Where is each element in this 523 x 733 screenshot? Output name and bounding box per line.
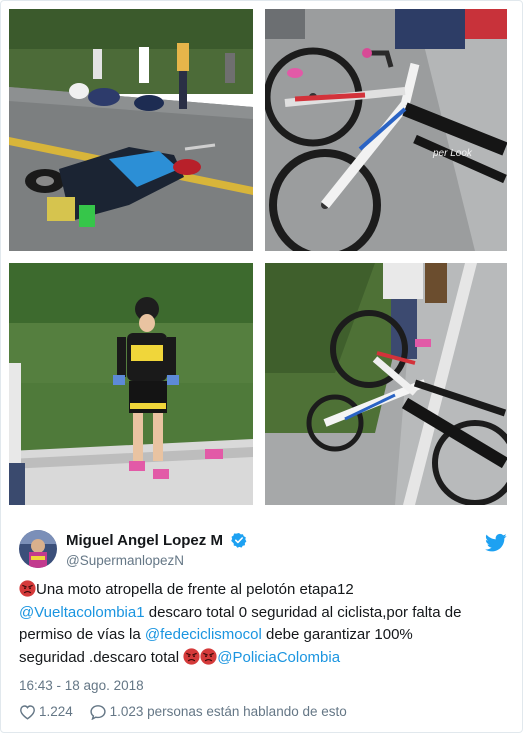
avatar-image xyxy=(19,530,57,568)
heart-icon xyxy=(20,705,35,720)
frame-brand-text: per Look xyxy=(432,148,473,159)
bicycle-image: per Look xyxy=(265,9,507,251)
author-handle[interactable]: @SupermanlopezN xyxy=(66,553,184,568)
mention-fedeciclismocol[interactable]: @fedeciclismocol xyxy=(145,626,262,643)
photo-cyclist-standing[interactable] xyxy=(9,263,253,505)
tweet-text-part: seguridad .descaro total xyxy=(19,648,184,666)
angry-face-emoji-icon xyxy=(200,647,217,665)
tweet-card: per Look Miguel Angel Lopez M @Supermanl… xyxy=(0,0,523,733)
tweet-text-part: Una moto atropella de frente al pelotón … xyxy=(36,581,354,598)
tweet-header: Miguel Angel Lopez M @SupermanlopezN xyxy=(19,529,509,573)
like-action[interactable]: 1.224 xyxy=(19,704,73,720)
verified-badge-icon xyxy=(231,533,247,548)
crash-scene-image xyxy=(9,9,253,251)
photo-damaged-bike[interactable]: per Look xyxy=(265,9,507,251)
tweet-text: Una moto atropella de frente al pelotón … xyxy=(19,579,514,669)
photo-bikes-on-road[interactable] xyxy=(265,263,507,505)
mention-policiacolombia[interactable]: @PoliciaColombia xyxy=(217,649,340,666)
tweet-text-part: descaro total 0 seguridad al ciclista,po… xyxy=(144,603,462,621)
mention-vueltacolombia[interactable]: @Vueltacolombia1 xyxy=(19,604,145,621)
angry-face-emoji-icon xyxy=(19,580,36,597)
tweet-timestamp[interactable]: 16:43 - 18 ago. 2018 xyxy=(19,678,144,693)
cyclist-image xyxy=(9,263,253,505)
speech-bubble-icon xyxy=(89,705,106,721)
like-count: 1.224 xyxy=(39,704,73,719)
reply-count: 1.023 personas están hablando de esto xyxy=(109,704,347,719)
bicycles-on-road-image xyxy=(265,263,507,505)
photo-grid: per Look xyxy=(9,9,507,505)
tweet-text-part: debe garantizar 100% xyxy=(261,626,413,643)
photo-motorbike-crash[interactable] xyxy=(9,9,253,251)
twitter-bird-icon[interactable] xyxy=(485,533,507,553)
tweet-actions: 1.224 1.023 personas están hablando de e… xyxy=(19,704,359,721)
avatar[interactable] xyxy=(19,530,57,568)
author-name[interactable]: Miguel Angel Lopez M xyxy=(66,532,223,549)
angry-face-emoji-icon xyxy=(183,647,200,665)
reply-action[interactable]: 1.023 personas están hablando de esto xyxy=(89,704,347,721)
tweet-text-part: permiso de vías la xyxy=(19,626,145,643)
